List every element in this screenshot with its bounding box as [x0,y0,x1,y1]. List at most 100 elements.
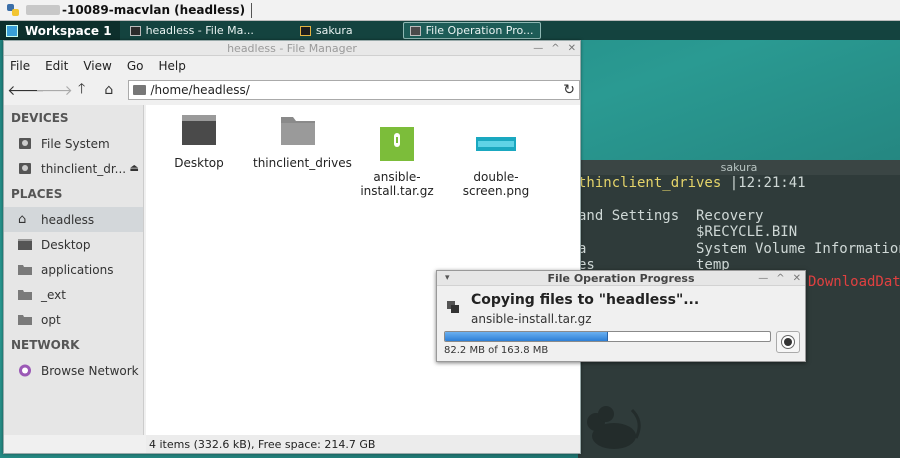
progress-bar [444,331,771,342]
location-path: /home/headless/ [150,83,250,97]
location-bar[interactable]: /home/headless/ ↻ [128,80,580,100]
file-name: thinclient_drives [253,156,352,170]
sidebar-item-label: thinclient_dr... [41,161,127,176]
dialog-heading: Copying files to "headless"... [471,292,700,308]
sidebar-item-label: File System [41,136,110,151]
menu-bar: File Edit View Go Help [4,56,580,76]
sidebar-heading-places: PLACES [11,187,63,201]
home-icon[interactable]: ⌂ [95,78,122,102]
terminal-title: sakura [578,160,900,175]
sidebar: DEVICES File System thinclient_dr... ⏏ P… [4,105,144,435]
file-operation-icon [409,25,421,36]
workspace-switcher[interactable]: Workspace 1 [0,21,120,40]
file-manager-icon [129,25,141,36]
workspace-label: Workspace 1 [25,23,112,38]
terminal-line: DownloadData [808,274,900,290]
copy-icon [447,301,459,313]
task-sakura[interactable]: sakura [294,22,359,39]
file-item-desktop[interactable]: Desktop [154,113,244,170]
folder-icon [133,85,147,95]
sidebar-item-label: Browse Network [41,363,139,378]
network-icon [19,364,31,377]
terminal-line: a System Volume Information [578,241,900,257]
file-operation-dialog[interactable]: ▾ File Operation Progress — ^ ✕ Copying … [436,270,806,362]
mouse-logo-icon [587,406,641,449]
close-icon[interactable]: ✕ [568,41,576,56]
window-titlebar[interactable]: headless - File Manager — ^ ✕ [4,41,580,56]
file-item-double-screen[interactable]: double- screen.png [451,113,541,212]
reload-icon[interactable]: ↻ [563,82,575,98]
task-file-operation[interactable]: File Operation Pro... [402,22,541,39]
desktop-folder-icon [182,115,216,145]
file-name: ansible- install.tar.gz [360,170,434,198]
task-file-manager[interactable]: headless - File Ma... [124,22,260,39]
sidebar-item-label: _ext [41,287,66,302]
file-item-thinclient-drives[interactable]: thinclient_drives [253,113,352,170]
maximize-icon[interactable]: ^ [551,41,559,56]
sidebar-item-applications[interactable]: applications [4,257,143,282]
menu-help[interactable]: Help [158,59,185,73]
sidebar-heading-devices: DEVICES [11,111,69,125]
stop-icon [784,338,792,346]
file-manager-window[interactable]: headless - File Manager — ^ ✕ File Edit … [3,40,581,454]
menu-view[interactable]: View [83,59,111,73]
forward-arrow-icon[interactable]: 🡒 [35,78,73,102]
task-label: headless - File Ma... [145,24,254,37]
file-name: Desktop [174,156,224,170]
dialog-titlebar[interactable]: ▾ File Operation Progress — ^ ✕ [437,271,805,286]
current-file: ansible-install.tar.gz [471,312,592,326]
divider [251,2,253,18]
sidebar-item-label: Desktop [41,237,91,252]
maximize-icon[interactable]: ^ [776,271,784,286]
sidebar-heading-network: NETWORK [11,338,80,352]
toolbar: 🡐 🡒 🡑 ⌂ /home/headless/ ↻ [4,76,580,104]
sidebar-item-opt[interactable]: opt [4,307,143,332]
sidebar-item-label: applications [41,262,114,277]
progress-fill [445,332,609,341]
sidebar-item-headless[interactable]: ⌂ headless [4,207,143,232]
minimize-icon[interactable]: — [533,41,543,56]
drive-icon [19,138,31,149]
window-title: headless - File Manager [227,41,357,55]
menu-edit[interactable]: Edit [45,59,68,73]
task-label: sakura [315,24,353,37]
close-icon[interactable]: ✕ [793,271,801,286]
window-menu-icon[interactable]: ▾ [445,271,450,286]
terminal-line: thinclient_drives |12:21:41 [578,175,806,191]
progress-text: 82.2 MB of 163.8 MB [444,345,549,356]
menu-go[interactable]: Go [127,59,144,73]
workspace-icon [6,24,18,37]
eject-icon[interactable]: ⏏ [130,163,139,174]
menu-file[interactable]: File [10,59,30,73]
drive-icon [19,163,31,174]
sidebar-item-browse-network[interactable]: Browse Network [4,358,143,383]
folder-icon [18,265,32,275]
python-logo-icon [7,4,19,16]
sidebar-item-file-system[interactable]: File System [4,131,143,156]
desktop-icon [18,239,32,250]
session-title: -10089-macvlan (headless) [62,3,246,17]
terminal-line: and Settings Recovery [578,208,764,224]
up-arrow-icon[interactable]: 🡑 [68,78,95,102]
archive-icon [380,127,414,161]
sidebar-item-label: opt [41,312,61,327]
file-item-ansible-archive[interactable]: ansible- install.tar.gz [352,113,442,212]
home-icon: ⌂ [18,212,27,227]
task-label: File Operation Pro... [425,24,534,37]
folder-icon [18,315,32,325]
folder-icon [18,290,32,300]
status-bar: 4 items (332.6 kB), Free space: 214.7 GB [146,435,580,453]
minimize-icon[interactable]: — [758,271,768,286]
sidebar-item-ext[interactable]: _ext [4,282,143,307]
image-file-icon [476,137,516,151]
file-name: double- screen.png [462,170,530,198]
taskbar: Workspace 1 headless - File Ma... sakura… [0,21,900,40]
redacted-text [26,5,60,15]
sidebar-item-desktop[interactable]: Desktop [4,232,143,257]
terminal-line: $RECYCLE.BIN [578,224,798,240]
sidebar-item-thinclient-drives[interactable]: thinclient_dr... ⏏ [4,156,143,181]
sidebar-item-label: headless [41,212,95,227]
remote-session-bar: -10089-macvlan (headless) [0,0,900,21]
dialog-title: File Operation Progress [547,272,695,285]
cancel-button[interactable] [776,331,800,353]
